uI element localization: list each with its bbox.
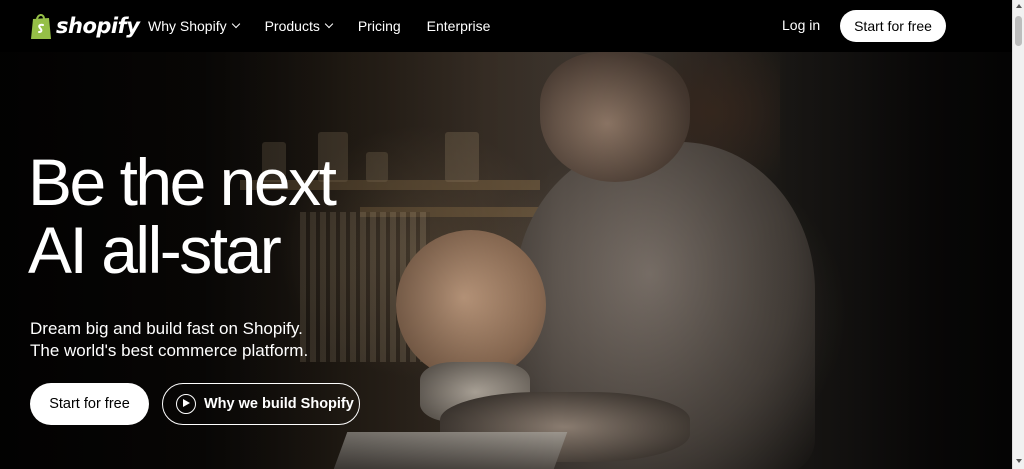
- why-we-build-shopify-label: Why we build Shopify: [204, 396, 354, 412]
- logo-text: shopify: [56, 14, 140, 38]
- scroll-up-arrow-icon[interactable]: [1016, 4, 1022, 8]
- nav-links: Why Shopify Products Pricing Enterprise: [148, 0, 516, 52]
- chevron-down-icon: [231, 19, 240, 29]
- subheadline-line-1: Dream big and build fast on Shopify.: [30, 319, 303, 338]
- nav-why-shopify-label: Why Shopify: [148, 18, 227, 34]
- nav-pricing-label: Pricing: [357, 18, 401, 34]
- chevron-down-icon: [324, 19, 334, 29]
- vertical-scrollbar[interactable]: [1012, 0, 1024, 469]
- login-link[interactable]: Log in: [782, 17, 820, 33]
- nav-products-label: Products: [264, 18, 320, 34]
- why-we-build-shopify-button[interactable]: Why we build Shopify: [162, 383, 360, 425]
- nav-products[interactable]: Products: [264, 18, 334, 34]
- start-for-free-button[interactable]: Start for free: [30, 383, 149, 425]
- headline-line-1: Be the next: [28, 145, 337, 219]
- subheadline-line-2: The world's best commerce platform.: [30, 341, 309, 360]
- shopify-bag-icon: [31, 14, 51, 39]
- hero-headline: Be the next AI all-star: [28, 145, 337, 287]
- top-navigation: shopify Why Shopify Products Pricing Ent…: [0, 0, 1012, 52]
- headline-line-2: AI all-star: [28, 213, 282, 287]
- nav-pricing[interactable]: Pricing: [358, 18, 401, 34]
- scrollbar-thumb[interactable]: [1015, 16, 1022, 46]
- shopify-logo[interactable]: shopify: [30, 11, 140, 41]
- hero-subheadline: Dream big and build fast on Shopify. The…: [30, 318, 308, 362]
- play-icon: [176, 394, 196, 414]
- page: shopify Why Shopify Products Pricing Ent…: [0, 0, 1012, 469]
- nav-why-shopify[interactable]: Why Shopify: [148, 18, 240, 34]
- nav-enterprise[interactable]: Enterprise: [427, 18, 491, 34]
- start-for-free-nav-button[interactable]: Start for free: [840, 10, 946, 42]
- scroll-down-arrow-icon[interactable]: [1016, 459, 1022, 463]
- nav-enterprise-label: Enterprise: [426, 18, 491, 34]
